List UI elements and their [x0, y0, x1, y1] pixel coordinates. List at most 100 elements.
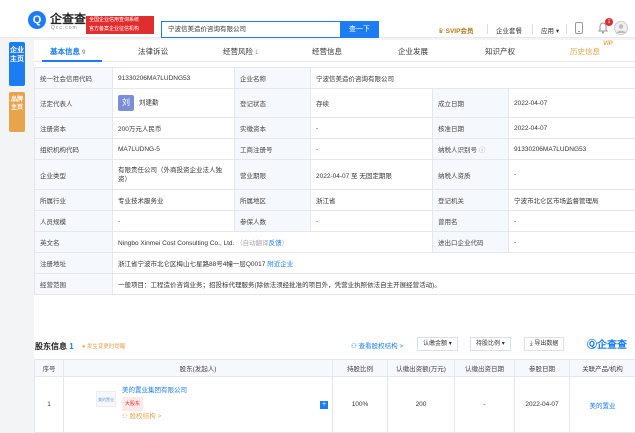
company-logo: 美的置业: [96, 391, 116, 407]
paid-capital-label: 实缴资本: [234, 117, 311, 139]
phone-icon[interactable]: [575, 22, 583, 34]
shareholder-name-link[interactable]: 美的置业集团有限公司: [122, 385, 187, 397]
insured-label: 参保人数: [234, 210, 311, 232]
tab-development[interactable]: 企业发展: [398, 46, 428, 57]
tab-legal[interactable]: 法律诉讼: [138, 46, 168, 57]
company-type-line-1: 有限责任公司（外商投资企业法人独: [118, 166, 222, 174]
legal-rep-name[interactable]: 刘建勤: [139, 100, 159, 107]
address-cell: 浙江省宁波市北仑区梅山七星路88号4幢一层Q0017 附近企业: [111, 252, 635, 274]
tab-label: 企业发展: [398, 47, 428, 56]
shareholder-equity-link[interactable]: ⚇ 股权结构 >: [122, 411, 187, 423]
search-button[interactable]: 查一下: [340, 21, 379, 38]
sidebar-tab-brand-home[interactable]: 品牌主页: [9, 92, 25, 132]
col-sub-date[interactable]: 认缴出资日期: [454, 359, 515, 377]
tab-operation[interactable]: 经营信息: [312, 46, 342, 57]
table-row: 经营范围 一般项目：工程造价咨询业务；招投标代理服务(除依法须经批准的项目外，凭…: [34, 273, 635, 295]
alert-icon: ●: [82, 344, 86, 350]
export-button[interactable]: ⤓ 导出数据: [524, 337, 565, 351]
address-value: 浙江省宁波市北仑区梅山七星路88号4幢一层Q0017: [118, 261, 266, 268]
table-row: 所属行业 专业技术服务业 所属地区 浙江省 登记机关 宁波市北仑区市场监督管理局: [34, 189, 635, 211]
col-ratio[interactable]: 持股比例: [332, 359, 388, 377]
caret-down-icon: ▾: [448, 341, 452, 347]
row-amount: 200: [387, 376, 455, 433]
org-code-value: MA7LUDNG-5: [112, 138, 235, 160]
divider: [532, 24, 533, 34]
expand-plus-icon[interactable]: +: [320, 401, 328, 409]
shareholders-table: 序号 股东(发起人) 持股比例 认缴出资额(万元) 认缴出资日期 参股日期 关联…: [34, 359, 635, 433]
staff-size-value: -: [112, 210, 235, 232]
industry-label: 所属行业: [34, 189, 113, 211]
table-row: 法定代表人 刘刘建勤 登记状态 存续 成立日期 2022-04-07: [34, 88, 635, 118]
former-name-value: -: [507, 210, 635, 232]
official-line-2: 官方备案企业征信机构: [89, 26, 140, 32]
table-row: 统一社会信用代码 91330206MA7LUDNG53 企业名称 宁波信美造价咨…: [34, 67, 635, 89]
reg-capital-value: 200万元人民币: [112, 117, 235, 139]
caret-down-icon: ▾: [501, 341, 505, 347]
shareholders-title-label: 股东信息: [35, 342, 67, 351]
export-label: 导出数据: [534, 341, 559, 347]
table-row: 人员规模 - 参保人数 - 曾用名 -: [34, 210, 635, 232]
info-icon[interactable]: ⓘ: [479, 147, 486, 154]
tab-count: 1: [255, 50, 259, 56]
region-value: 浙江省: [310, 189, 433, 211]
approve-date-label: 核准日期: [432, 117, 509, 139]
qcc-logo-icon[interactable]: Q: [28, 11, 46, 29]
amount-filter-dropdown[interactable]: 认缴金额 ▾: [417, 337, 458, 351]
ratio-filter-dropdown[interactable]: 持股比例 ▾: [470, 337, 511, 351]
tab-basic-info[interactable]: 基本信息 9: [50, 46, 85, 57]
avatar[interactable]: [614, 21, 628, 35]
col-amount[interactable]: 认缴出资额(万元): [387, 359, 455, 377]
view-equity-structure-link[interactable]: ⚇ 查看股权结构 >: [351, 340, 403, 350]
table-row: 1 美的置业 美的置业集团有限公司 大股东 ⚇ 股权结构 > + 100% 20…: [34, 376, 635, 433]
legal-rep-label: 法定代表人: [34, 88, 113, 118]
scope-label: 经营范围: [34, 273, 113, 295]
nav-enterprise-package[interactable]: 企业套餐: [496, 25, 522, 35]
taxpayer-qual-label: 纳税人资质: [432, 159, 509, 190]
tab-label: 经营信息: [312, 47, 342, 56]
import-export-value: -: [507, 231, 635, 253]
tab-label: 经营风险: [223, 47, 253, 56]
english-name-cell: Ningbo Xinmei Cost Consulting Co., Ltd. …: [112, 231, 433, 253]
change-alert-link[interactable]: ● 发生变更时提醒: [82, 342, 125, 350]
address-label: 注册地址: [34, 252, 113, 274]
row-ratio: 100%: [332, 376, 388, 433]
biz-reg-no-value: -: [310, 138, 433, 160]
paid-capital-value: -: [310, 117, 433, 139]
reg-authority-label: 登记机关: [432, 189, 509, 211]
change-alert-label: 发生变更时提醒: [86, 344, 126, 350]
import-export-label: 进出口企业代码: [432, 231, 509, 253]
ratio-filter-label: 持股比例: [476, 341, 501, 347]
vip-tag: VIP: [603, 41, 613, 47]
reg-capital-label: 注册资本: [34, 117, 113, 139]
svip-link[interactable]: ♛ SVIP会员: [438, 25, 473, 35]
legal-rep-avatar[interactable]: 刘: [118, 95, 134, 111]
col-join-date: 参股日期: [514, 359, 570, 377]
brand-domain: Qcc.com: [51, 25, 78, 31]
row-index: 1: [34, 376, 64, 433]
col-shareholder: 股东(发起人): [63, 359, 333, 377]
insured-value: -: [310, 210, 433, 232]
tab-history[interactable]: 历史信息: [570, 46, 600, 57]
nearby-companies-link[interactable]: 附近企业: [267, 261, 293, 268]
row-product-link[interactable]: 美的置业: [569, 376, 635, 433]
taxpayer-id-label: 纳税人识别号: [438, 147, 477, 154]
est-date-value: 2022-04-07: [507, 88, 635, 118]
nav-apps[interactable]: 应用 ▾: [541, 25, 559, 35]
official-line-1: 全国企业信用查询系统: [89, 17, 140, 23]
view-equity-structure-label: 查看股权结构 >: [358, 343, 404, 350]
auto-translate-close: ）: [281, 240, 289, 247]
biz-term-label: 营业期限: [234, 159, 311, 190]
tab-bar: 基本信息 9 法律诉讼 经营风险 1 经营信息 企业发展 知识产权 历史信息 VIP: [34, 40, 635, 62]
tab-ip[interactable]: 知识产权: [485, 46, 515, 57]
main-panel: 基本信息 9 法律诉讼 经营风险 1 经营信息 企业发展 知识产权 历史信息 VIP…: [34, 40, 635, 433]
est-date-label: 成立日期: [432, 88, 509, 118]
feedback-link[interactable]: 反馈: [269, 240, 282, 247]
tab-label: 历史信息: [570, 47, 600, 56]
table-row: 注册资本 200万元人民币 实缴资本 - 核准日期 2022-04-07: [34, 117, 635, 139]
sidebar-tab-company-home[interactable]: 企业主页: [9, 42, 25, 86]
equity-icon: ⚇: [122, 413, 128, 420]
shareholder-equity-label: 股权结构 >: [129, 413, 162, 420]
tab-risk[interactable]: 经营风险 1: [223, 46, 258, 57]
shareholder-info: 美的置业集团有限公司 大股东 ⚇ 股权结构 >: [122, 385, 187, 423]
search-input[interactable]: 宁波信美造价咨询有限公司: [161, 21, 340, 38]
